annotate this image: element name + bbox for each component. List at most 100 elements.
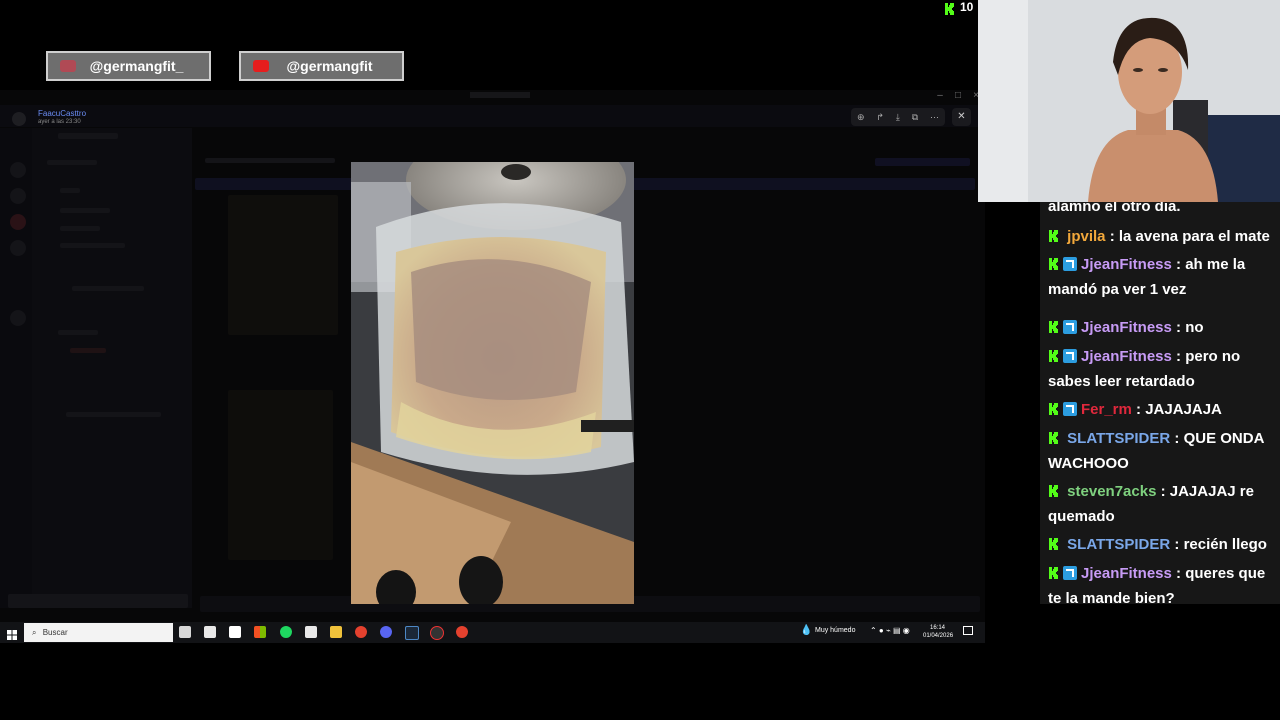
- server-icon[interactable]: [10, 310, 26, 326]
- chrome-icon[interactable]: [456, 626, 468, 638]
- chat-message: SLATTSPIDER : QUE ONDA WACHOOO: [1048, 426, 1276, 476]
- chrome-icon[interactable]: [355, 626, 367, 638]
- chat-username[interactable]: Fer_rm: [1081, 401, 1132, 418]
- sender-time: ayer a las 23:30: [38, 119, 81, 125]
- kick-badge-icon: [1048, 480, 1060, 497]
- channel-item[interactable]: [60, 226, 100, 231]
- channel-item[interactable]: [60, 188, 80, 193]
- avatar: [12, 112, 26, 126]
- windows-start-icon[interactable]: [7, 627, 17, 640]
- spotify-icon[interactable]: [280, 626, 292, 638]
- stream-chat: alamno el otro dia. jpvila : la avena pa…: [1040, 202, 1280, 604]
- capcut-icon[interactable]: [305, 626, 317, 638]
- chat-text: : recién llego: [1170, 536, 1267, 553]
- store-icon[interactable]: [254, 626, 266, 638]
- media-icon[interactable]: [229, 626, 241, 638]
- kick-badge-icon: [1048, 316, 1060, 333]
- folder-icon[interactable]: [330, 626, 342, 638]
- download-icon[interactable]: ⤓: [896, 112, 900, 123]
- server-icon[interactable]: [10, 240, 26, 256]
- tray-icons[interactable]: ⌃ ● ⌁ ▤ ◉: [870, 626, 910, 635]
- channel-list: [32, 128, 192, 608]
- chat-text: : no: [1171, 319, 1204, 336]
- viewer-count: 10: [960, 0, 974, 14]
- minimize-button[interactable]: –: [931, 90, 949, 102]
- obs-icon[interactable]: [430, 626, 444, 640]
- clock-date[interactable]: 01/04/2026: [923, 633, 953, 639]
- chat-username[interactable]: JjeanFitness: [1081, 348, 1172, 365]
- search-icon: ⌕: [32, 628, 37, 637]
- weather-status[interactable]: Muy húmedo: [815, 627, 855, 634]
- chat-message: steven7acks : JAJAJAJ re quemado: [1048, 479, 1276, 529]
- open-external-icon[interactable]: ⧉: [912, 112, 918, 123]
- kick-badge-icon: [1048, 533, 1060, 550]
- server-icon[interactable]: [10, 188, 26, 204]
- jump-button[interactable]: [875, 158, 970, 166]
- maximize-button[interactable]: □: [949, 90, 967, 102]
- chat-message: JjeanFitness : ah me la mandó pa ver 1 v…: [1048, 252, 1276, 302]
- chat-username[interactable]: SLATTSPIDER: [1067, 536, 1170, 553]
- server-name[interactable]: [58, 133, 118, 139]
- instagram-badge: @germangfit_: [46, 51, 211, 81]
- kick-badge-icon: [1048, 345, 1060, 362]
- prime-badge-icon: [1063, 320, 1077, 334]
- chat-username[interactable]: steven7acks: [1067, 483, 1156, 500]
- prime-badge-icon: [1063, 566, 1077, 580]
- steam-icon[interactable]: [405, 626, 419, 640]
- share-icon[interactable]: ↱: [876, 112, 884, 123]
- channel-item[interactable]: [60, 208, 110, 213]
- food-photo: [351, 162, 634, 604]
- chat-image-preview[interactable]: [228, 390, 333, 560]
- search-placeholder: Buscar: [42, 628, 68, 637]
- chat-text: : JAJAJAJA: [1131, 401, 1222, 418]
- channel-item[interactable]: [47, 160, 97, 165]
- user-panel: [8, 594, 188, 608]
- server-icon[interactable]: [10, 214, 26, 230]
- task-view-icon[interactable]: [179, 626, 191, 638]
- channel-item[interactable]: [58, 330, 98, 335]
- message-text: [205, 158, 335, 163]
- chat-text: : la avena para el mate: [1105, 228, 1270, 245]
- taskbar-search[interactable]: ⌕ Buscar: [24, 623, 173, 642]
- zoom-icon[interactable]: ⊕: [857, 112, 865, 123]
- kick-badge-icon: [1048, 253, 1060, 270]
- chat-username[interactable]: JjeanFitness: [1081, 565, 1172, 582]
- kick-logo-icon: [944, 2, 956, 15]
- kick-badge-icon: [1048, 427, 1060, 444]
- chat-username[interactable]: JjeanFitness: [1081, 256, 1172, 273]
- channel-item[interactable]: [60, 243, 125, 248]
- notification-icon[interactable]: [963, 626, 973, 635]
- chat-message-partial: alamno el otro dia.: [1048, 202, 1181, 215]
- prime-badge-icon: [1063, 349, 1077, 363]
- instagram-handle: @germangfit_: [89, 58, 184, 74]
- kick-badge-icon: [1048, 562, 1060, 579]
- prime-badge-icon: [1063, 257, 1077, 271]
- window-title: [470, 92, 530, 98]
- youtube-badge: @germangfit: [239, 51, 404, 81]
- sender-name[interactable]: FaacuCasttro: [38, 109, 86, 118]
- chat-message: Fer_rm : JAJAJAJA: [1048, 397, 1276, 422]
- calendar-icon[interactable]: [204, 626, 216, 638]
- chat-message: JjeanFitness : pero no sabes leer retard…: [1048, 344, 1276, 394]
- humidity-icon: 💧: [800, 625, 813, 636]
- clock-time[interactable]: 16:14: [930, 625, 945, 631]
- image-viewer-toolbar: ⊕ ↱ ⤓ ⧉ ⋯: [851, 108, 945, 126]
- chat-image-preview[interactable]: [228, 195, 338, 335]
- chat-message: SLATTSPIDER : recién llego: [1048, 532, 1276, 557]
- more-icon[interactable]: ⋯: [930, 112, 939, 123]
- instagram-icon: [60, 60, 76, 72]
- discord-icon[interactable]: [380, 626, 392, 638]
- close-viewer-button[interactable]: ✕: [952, 108, 971, 126]
- kick-badge-icon: [1048, 225, 1060, 242]
- channel-item[interactable]: [66, 412, 161, 417]
- chat-username[interactable]: SLATTSPIDER: [1067, 430, 1170, 447]
- chat-username[interactable]: jpvila: [1067, 228, 1105, 245]
- youtube-icon: [253, 60, 269, 72]
- chat-username[interactable]: JjeanFitness: [1081, 319, 1172, 336]
- kick-badge-icon: [1048, 398, 1060, 415]
- channel-item[interactable]: [72, 286, 144, 291]
- chat-message: JjeanFitness : queres que te la mande bi…: [1048, 561, 1276, 604]
- server-icon[interactable]: [10, 162, 26, 178]
- channel-item[interactable]: [70, 348, 106, 353]
- prime-badge-icon: [1063, 402, 1077, 416]
